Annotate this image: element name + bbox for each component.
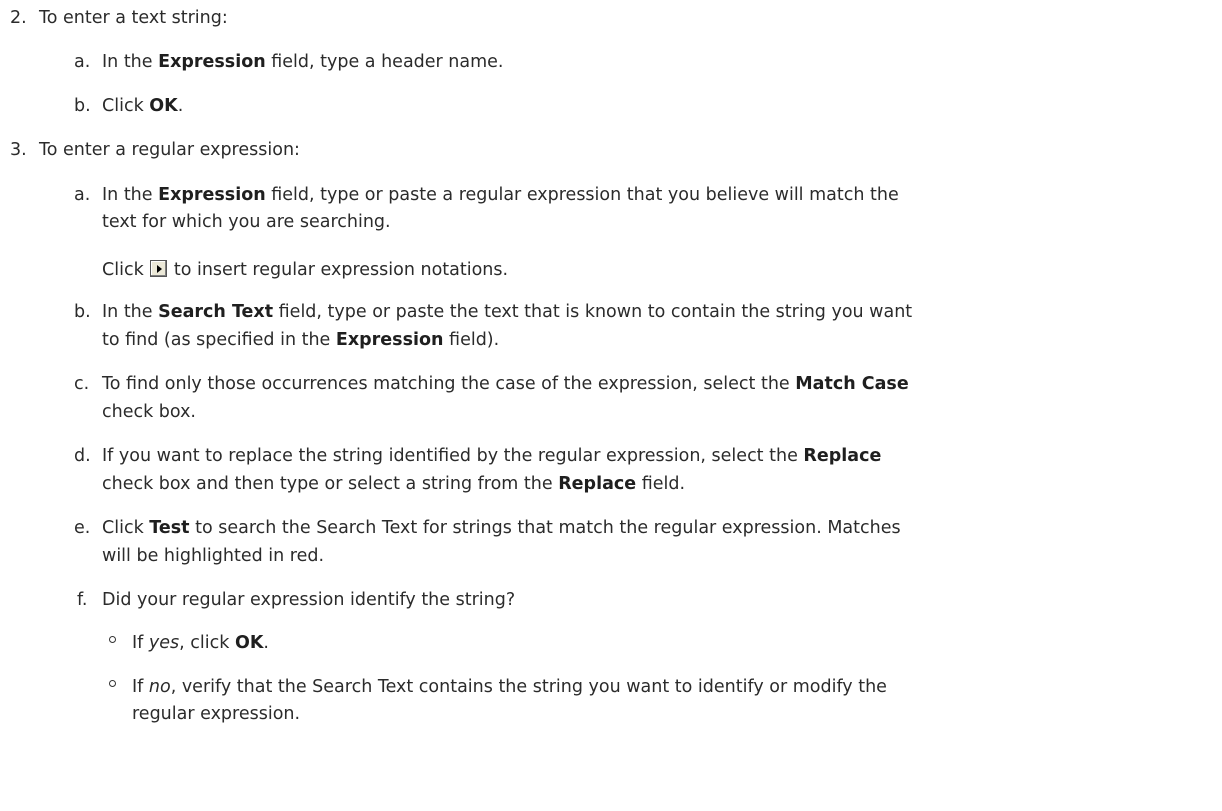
test-button-ref: Test xyxy=(149,518,190,538)
step-2b-text: Click OK. xyxy=(102,96,184,116)
step-3c-label: c. xyxy=(74,374,90,394)
bullet-icon xyxy=(109,636,116,643)
step-3f-intro: Did your regular expression identify the… xyxy=(102,590,516,610)
step-3c-line1: To find only those occurrences matching … xyxy=(102,374,909,394)
step-3f-yes: If yes, click OK. xyxy=(132,633,269,653)
step-3f-label: f. xyxy=(77,590,88,610)
expression-field-ref: Expression xyxy=(158,185,266,205)
arrow-right-button-icon xyxy=(150,260,168,277)
step-3a-line1: In the Expression field, type or paste a… xyxy=(102,185,899,205)
replace-checkbox-ref: Replace xyxy=(803,446,882,466)
step-3d-line1: If you want to replace the string identi… xyxy=(102,446,882,466)
bullet-icon xyxy=(109,680,116,687)
step-3a-line2: text for which you are searching. xyxy=(102,212,391,232)
ok-button-ref: OK xyxy=(149,96,178,116)
step-3e-line1: Click Test to search the Search Text for… xyxy=(102,518,901,538)
step-2a-text: In the Expression field, type a header n… xyxy=(102,52,504,72)
step-3e-label: e. xyxy=(74,518,91,538)
step-3d-line2: check box and then type or select a stri… xyxy=(102,474,686,494)
step-3a-note: Click to insert regular expression notat… xyxy=(102,260,509,280)
step-3b-line2: to find (as specified in the Expression … xyxy=(102,330,500,350)
ok-button-ref: OK xyxy=(234,633,264,653)
step-3-number: 3. xyxy=(10,140,27,160)
expression-field-ref: Expression xyxy=(335,330,444,350)
step-3e-line2: will be highlighted in red. xyxy=(102,546,325,566)
step-3f-no-line1: If no, verify that the Search Text conta… xyxy=(132,677,887,697)
search-text-field-ref: Search Text xyxy=(158,302,274,322)
replace-field-ref: Replace xyxy=(558,474,637,494)
step-2b-label: b. xyxy=(74,96,91,116)
expression-field-ref: Expression xyxy=(158,52,266,72)
step-2-intro: To enter a text string: xyxy=(39,8,228,28)
step-2-number: 2. xyxy=(10,8,27,28)
step-3b-line1: In the Search Text field, type or paste … xyxy=(102,302,913,322)
step-3-intro: To enter a regular expression: xyxy=(39,140,300,160)
step-3f-no-line2: regular expression. xyxy=(132,704,301,724)
step-3d-label: d. xyxy=(74,446,91,466)
step-2a-label: a. xyxy=(74,52,91,72)
step-3c-line2: check box. xyxy=(102,402,196,422)
match-case-checkbox-ref: Match Case xyxy=(795,374,909,394)
step-3a-label: a. xyxy=(74,185,91,205)
step-3b-label: b. xyxy=(74,302,91,322)
